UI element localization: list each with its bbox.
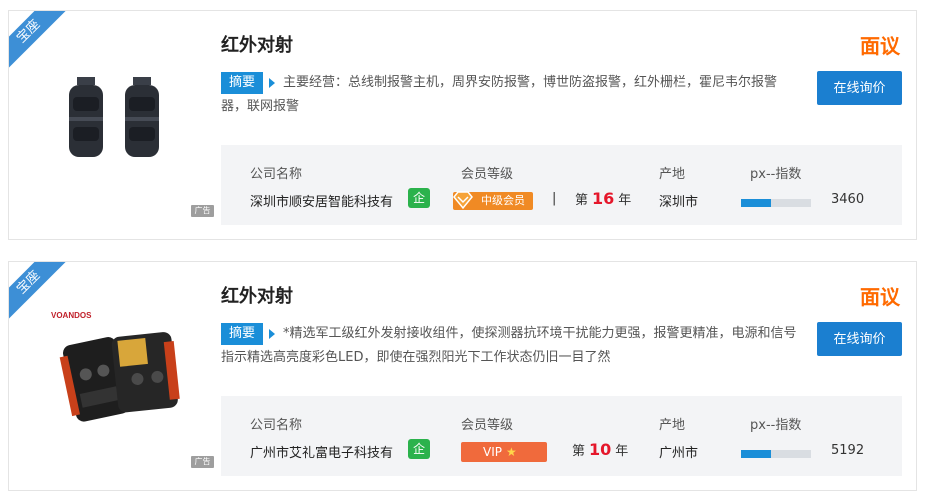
online-inquiry-button[interactable]: 在线询价 xyxy=(817,322,902,356)
company-name[interactable]: 广州市艾礼富电子科技有 xyxy=(250,442,393,461)
arrow-right-icon xyxy=(269,77,276,88)
separator: | xyxy=(552,191,557,206)
member-level-badge: 中级会员 xyxy=(453,191,533,210)
vip-badge: VIP ★ xyxy=(461,442,547,462)
years-count: 16 xyxy=(592,189,615,208)
company-name[interactable]: 深圳市顺安居智能科技有 xyxy=(250,191,393,210)
member-level-text: 中级会员 xyxy=(481,194,525,207)
enterprise-badge: 企 xyxy=(408,188,430,208)
enterprise-badge: 企 xyxy=(408,439,430,459)
member-label: 会员等级 xyxy=(461,418,514,433)
index-label: px--指数 xyxy=(750,418,802,433)
ad-badge: 广告 xyxy=(191,456,214,468)
product-title[interactable]: 红外对射 xyxy=(221,282,293,308)
product-summary: 摘要 *精选军工级红外发射接收组件，使探测器抗环境干扰能力更强，报警更精准，电源和… xyxy=(221,322,801,370)
membership-years: 第 10 年 xyxy=(572,440,629,459)
product-image[interactable]: VOANDOS xyxy=(47,308,193,434)
summary-tag: 摘要 xyxy=(221,322,264,345)
membership-years: 第 16 年 xyxy=(575,189,632,208)
index-bar xyxy=(741,450,811,458)
product-summary: 摘要 主要经营：总线制报警主机，周界安防报警，博世防盗报警，红外栅栏，霍尼韦尔报警… xyxy=(221,71,801,119)
company-info-panel: 公司名称 会员等级 产地 px--指数 广州市艾礼富电子科技有 企 VIP ★ 第… xyxy=(221,396,902,476)
vip-text: VIP xyxy=(483,445,502,459)
star-icon: ★ xyxy=(505,445,517,459)
online-inquiry-button[interactable]: 在线询价 xyxy=(817,71,902,105)
index-value: 3460 xyxy=(831,192,865,207)
product-image[interactable] xyxy=(47,57,193,183)
index-label: px--指数 xyxy=(750,167,802,182)
origin-label: 产地 xyxy=(659,418,686,433)
arrow-right-icon xyxy=(269,328,276,339)
company-label: 公司名称 xyxy=(250,418,303,433)
member-label: 会员等级 xyxy=(461,167,514,182)
origin-label: 产地 xyxy=(659,167,686,182)
product-title[interactable]: 红外对射 xyxy=(221,31,293,57)
price-negotiable: 面议 xyxy=(860,285,900,309)
company-info-panel: 公司名称 会员等级 产地 px--指数 深圳市顺安居智能科技有 企 中级会员 |… xyxy=(221,145,902,225)
company-label: 公司名称 xyxy=(250,167,303,182)
index-bar-fill xyxy=(741,199,772,207)
summary-text: 主要经营：总线制报警主机，周界安防报警，博世防盗报警，红外栅栏，霍尼韦尔报警器，… xyxy=(221,75,778,114)
summary-text: *精选军工级红外发射接收组件，使探测器抗环境干扰能力更强，报警更精准，电源和信号… xyxy=(221,326,797,365)
diamond-icon xyxy=(453,191,473,210)
summary-tag: 摘要 xyxy=(221,71,264,94)
origin-value: 广州市 xyxy=(659,446,699,461)
product-card[interactable]: 宝座 VOANDOS 广告 红外对射 面议 摘要 *精选军工级红外发射接收组件，使… xyxy=(8,261,917,491)
origin-value: 深圳市 xyxy=(659,195,699,210)
ad-badge: 广告 xyxy=(191,205,214,217)
years-count: 10 xyxy=(589,440,612,459)
index-value: 5192 xyxy=(831,443,865,458)
index-bar xyxy=(741,199,811,207)
product-card[interactable]: 宝座 广告 红外对射 面议 摘要 主要经营：总线制报警主机，周界安防报警，博世防盗… xyxy=(8,10,917,240)
brand-logo-text: VOANDOS xyxy=(51,311,92,320)
price-negotiable: 面议 xyxy=(860,34,900,58)
index-bar-fill xyxy=(741,450,772,458)
